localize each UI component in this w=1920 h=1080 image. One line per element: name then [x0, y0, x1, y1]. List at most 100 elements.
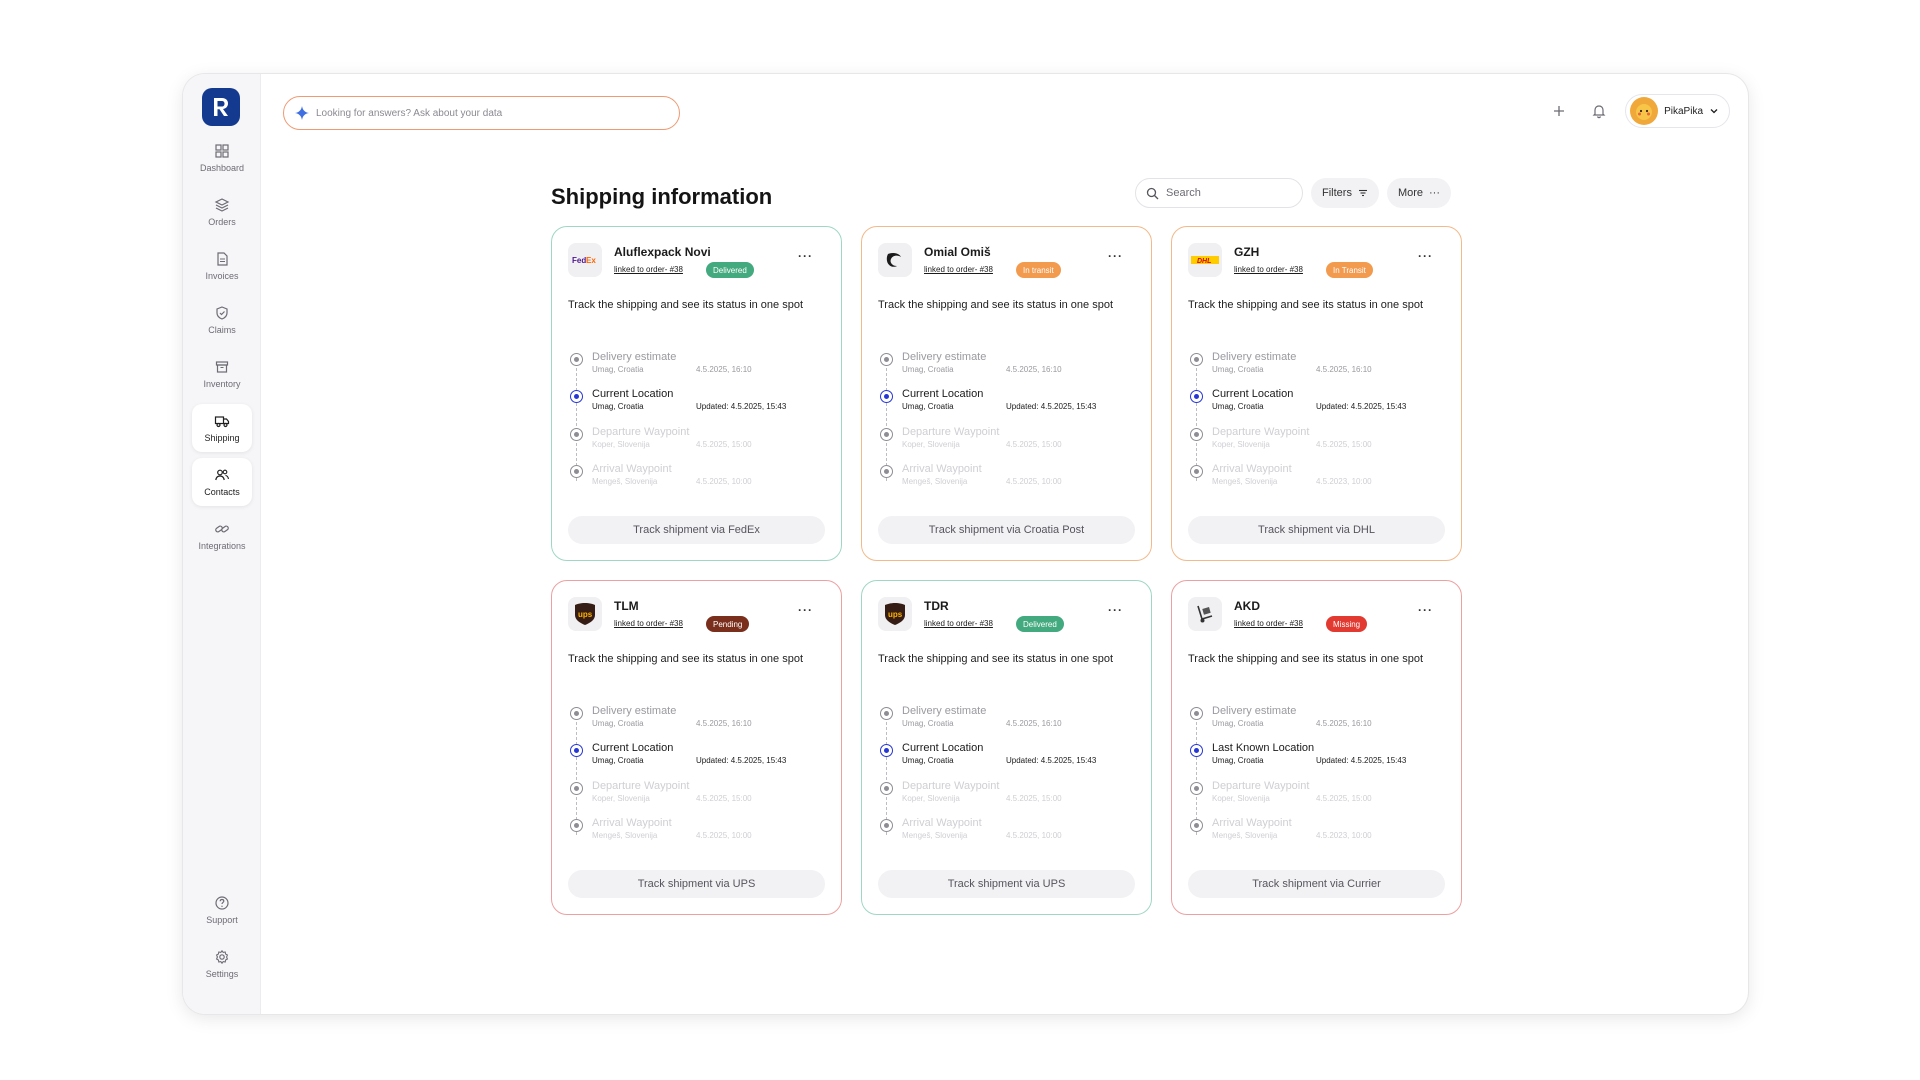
filters-button[interactable]: Filters	[1311, 178, 1379, 208]
sidebar-item-settings[interactable]: Settings	[192, 940, 252, 988]
svg-text:Fed: Fed	[572, 256, 586, 265]
sidebar-item-label: Claims	[208, 325, 236, 335]
timeline-connector	[576, 363, 577, 481]
card-menu-button[interactable]: ···	[1418, 603, 1433, 617]
track-shipment-button[interactable]: Track shipment via FedEx	[568, 516, 825, 544]
step-time: 4.5.2025, 10:00	[696, 477, 752, 486]
sidebar-item-orders[interactable]: Orders	[192, 188, 252, 236]
sidebar-item-invoices[interactable]: Invoices	[192, 242, 252, 290]
step-title: Current Location	[902, 742, 984, 754]
step-marker-icon	[1190, 707, 1203, 720]
sidebar-item-support[interactable]: Support	[192, 886, 252, 934]
step-location: Mengeš, Slovenija	[902, 477, 968, 486]
step-marker-icon	[880, 353, 893, 366]
step-title: Departure Waypoint	[1212, 426, 1310, 438]
step-marker-icon	[1190, 465, 1203, 478]
step-location: Umag, Croatia	[1212, 402, 1264, 411]
shipment-description: Track the shipping and see its status in…	[1188, 653, 1424, 665]
avatar-face-icon	[1636, 104, 1653, 120]
step-time: Updated: 4.5.2025, 15:43	[696, 756, 787, 765]
sidebar: Dashboard Orders Invoices Claims Invento…	[183, 74, 261, 1014]
step-time: 4.5.2023, 10:00	[1316, 477, 1372, 486]
shipment-card[interactable]: DHL GZH linked to order- #38 In Transit …	[1171, 226, 1462, 561]
step-title: Arrival Waypoint	[1212, 463, 1292, 475]
current-step-marker-icon	[570, 390, 583, 403]
step-location: Koper, Slovenija	[902, 440, 960, 449]
shipment-name: AKD	[1234, 599, 1260, 613]
shipment-card[interactable]: ups TDR linked to order- #38 Delivered ·…	[861, 580, 1152, 915]
sidebar-item-dashboard[interactable]: Dashboard	[192, 134, 252, 182]
card-menu-button[interactable]: ···	[1418, 249, 1433, 263]
header-actions: PikaPika	[1545, 94, 1730, 128]
track-shipment-button[interactable]: Track shipment via Currier	[1188, 870, 1445, 898]
app-logo[interactable]	[202, 88, 240, 126]
card-menu-button[interactable]: ···	[1108, 249, 1123, 263]
ask-ai-input[interactable]: Looking for answers? Ask about your data	[283, 96, 680, 130]
shipment-card[interactable]: ups TLM linked to order- #38 Pending ···…	[551, 580, 842, 915]
grid-icon	[215, 144, 229, 158]
track-shipment-button[interactable]: Track shipment via UPS	[568, 870, 825, 898]
current-step-marker-icon	[880, 390, 893, 403]
sidebar-item-contacts[interactable]: Contacts	[192, 458, 252, 506]
track-shipment-button[interactable]: Track shipment via DHL	[1188, 516, 1445, 544]
svg-text:DHL: DHL	[1197, 258, 1211, 265]
sidebar-item-shipping[interactable]: Shipping	[192, 404, 252, 452]
step-time: Updated: 4.5.2025, 15:43	[696, 402, 787, 411]
chevron-down-icon	[1710, 109, 1718, 114]
step-time: 4.5.2025, 16:10	[696, 365, 752, 374]
shipment-card[interactable]: Omial Omiš linked to order- #38 In trans…	[861, 226, 1152, 561]
step-time: 4.5.2023, 10:00	[1316, 831, 1372, 840]
status-badge: Pending	[706, 616, 750, 632]
more-button[interactable]: More ···	[1386, 178, 1452, 208]
search-input[interactable]: Search	[1135, 178, 1303, 208]
linked-order-link[interactable]: linked to order- #38	[1234, 619, 1303, 628]
gear-icon	[215, 949, 229, 965]
add-button[interactable]	[1545, 97, 1573, 125]
svg-text:ups: ups	[578, 610, 593, 619]
step-title: Current Location	[592, 388, 674, 400]
status-badge: Delivered	[706, 262, 754, 278]
box-icon	[215, 361, 229, 373]
linked-order-link[interactable]: linked to order- #38	[924, 619, 993, 628]
current-step-marker-icon	[570, 744, 583, 757]
sidebar-item-integrations[interactable]: Integrations	[192, 512, 252, 560]
step-time: 4.5.2025, 15:00	[696, 440, 752, 449]
carrier-logo	[878, 243, 912, 277]
fedex-logo-icon: Fed Ex	[572, 256, 596, 265]
step-marker-icon	[570, 353, 583, 366]
card-menu-button[interactable]: ···	[1108, 603, 1123, 617]
shipment-description: Track the shipping and see its status in…	[1188, 299, 1424, 311]
user-name: PikaPika	[1664, 105, 1703, 117]
shipment-card[interactable]: AKD linked to order- #38 Missing ··· Tra…	[1171, 580, 1462, 915]
ask-ai-placeholder: Looking for answers? Ask about your data	[316, 107, 503, 119]
sidebar-item-label: Invoices	[205, 271, 239, 281]
filter-icon	[1358, 189, 1367, 197]
track-shipment-button[interactable]: Track shipment via UPS	[878, 870, 1135, 898]
track-shipment-button[interactable]: Track shipment via Croatia Post	[878, 516, 1135, 544]
user-menu[interactable]: PikaPika	[1625, 94, 1730, 128]
svg-text:Ex: Ex	[586, 256, 596, 265]
linked-order-link[interactable]: linked to order- #38	[924, 265, 993, 274]
step-time: Updated: 4.5.2025, 15:43	[1006, 756, 1097, 765]
step-time: Updated: 4.5.2025, 15:43	[1316, 756, 1407, 765]
notifications-button[interactable]	[1585, 97, 1613, 125]
linked-order-link[interactable]: linked to order- #38	[614, 265, 683, 274]
timeline-connector	[576, 717, 577, 835]
step-location: Umag, Croatia	[592, 402, 644, 411]
sidebar-item-claims[interactable]: Claims	[192, 296, 252, 344]
card-menu-button[interactable]: ···	[798, 249, 813, 263]
shipment-card[interactable]: Fed Ex Aluflexpack Novi linked to order- …	[551, 226, 842, 561]
linked-order-link[interactable]: linked to order- #38	[614, 619, 683, 628]
toolbar: Search Filters More ···	[1135, 178, 1452, 208]
sidebar-item-inventory[interactable]: Inventory	[192, 350, 252, 398]
card-menu-button[interactable]: ···	[798, 603, 813, 617]
step-marker-icon	[570, 782, 583, 795]
step-location: Umag, Croatia	[902, 756, 954, 765]
shipment-name: GZH	[1234, 245, 1260, 259]
linked-order-link[interactable]: linked to order- #38	[1234, 265, 1303, 274]
step-time: 4.5.2025, 15:00	[1316, 440, 1372, 449]
step-location: Koper, Slovenija	[592, 794, 650, 803]
hand-truck-icon	[1197, 605, 1213, 623]
step-location: Umag, Croatia	[1212, 756, 1264, 765]
step-location: Umag, Croatia	[902, 402, 954, 411]
